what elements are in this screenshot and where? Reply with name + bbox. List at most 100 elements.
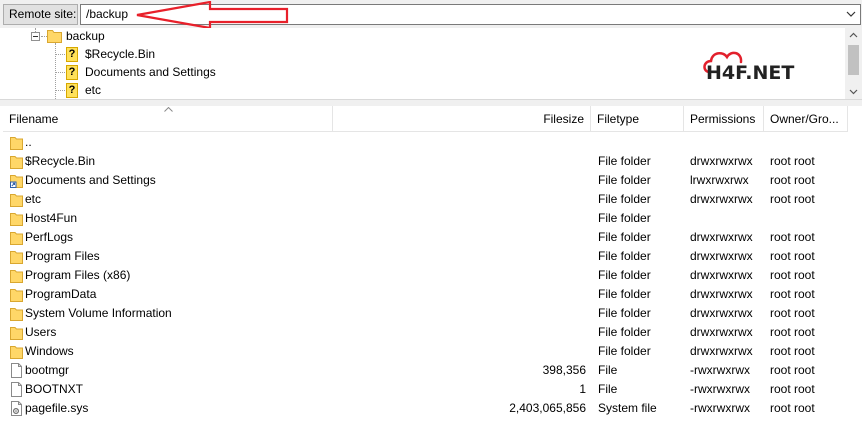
file-row[interactable]: bootmgr 398,356 File -rwxrwxrwx root root	[3, 361, 848, 380]
file-row[interactable]: PerfLogs File folder drwxrwxrwx root root	[3, 228, 848, 247]
file-type: File	[598, 382, 618, 396]
system-file-icon	[10, 401, 23, 416]
file-name: BOOTNXT	[25, 382, 84, 396]
file-permissions: drwxrwxrwx	[690, 230, 753, 244]
file-rows: .. $Recycle.Bin File folder drwxrwxrwx root …	[3, 133, 848, 418]
column-header-filesize[interactable]: Filesize	[333, 106, 591, 132]
column-header-label: Filesize	[543, 112, 584, 126]
unknown-folder-icon: ?	[66, 83, 78, 98]
tree-scroll-thumb[interactable]	[848, 45, 859, 75]
file-name: Program Files (x86)	[25, 268, 131, 282]
file-name: Program Files	[25, 249, 100, 263]
tree-item-label: etc	[85, 83, 102, 97]
file-permissions	[690, 133, 765, 152]
unknown-folder-icon: ?	[66, 65, 78, 80]
file-size	[423, 266, 586, 285]
file-permissions: drwxrwxrwx	[690, 306, 753, 320]
file-permissions: drwxrwxrwx	[690, 344, 753, 358]
file-type: File folder	[598, 344, 651, 358]
remote-directory-tree[interactable]: backup ? $Recycle.Bin ? Documents and Se…	[0, 28, 862, 100]
remote-site-path-input[interactable]: /backup	[80, 4, 861, 25]
file-permissions: lrwxrwxrwx	[690, 173, 749, 187]
file-type: File	[598, 363, 618, 377]
file-owner	[770, 133, 850, 152]
cloud-logo-icon: H4F.NET	[703, 51, 794, 84]
remote-site-bar: Remote site: /backup	[0, 0, 862, 29]
column-header-permissions[interactable]: Permissions	[684, 106, 764, 132]
file-row[interactable]: ProgramData File folder drwxrwxrwx root roo…	[3, 285, 848, 304]
file-owner: root root	[770, 249, 815, 263]
file-name: System Volume Information	[25, 306, 172, 320]
file-name: $Recycle.Bin	[25, 154, 96, 168]
column-header-label: Owner/Gro...	[770, 112, 839, 126]
folder-icon	[10, 325, 23, 340]
file-name: Documents and Settings	[25, 173, 156, 187]
remote-site-path-value: /backup	[86, 7, 129, 21]
folder-icon	[10, 230, 23, 245]
file-owner: root root	[770, 154, 815, 168]
file-owner: root root	[770, 230, 815, 244]
file-row[interactable]: Users File folder drwxrwxrwx root root	[3, 323, 848, 342]
file-row[interactable]: Windows File folder drwxrwxrwx root root	[3, 342, 848, 361]
file-row[interactable]: Host4Fun File folder	[3, 209, 848, 228]
file-type: File folder	[598, 192, 651, 206]
file-type: File folder	[598, 306, 651, 320]
chevron-down-icon[interactable]	[846, 8, 856, 20]
tree-scrollbar[interactable]	[845, 28, 862, 99]
file-row[interactable]: Program Files File folder drwxrwxrwx root r…	[3, 247, 848, 266]
file-list-scrollbar[interactable]	[848, 106, 862, 430]
file-name: bootmgr	[25, 363, 70, 377]
file-row[interactable]: etc File folder drwxrwxrwx root root	[3, 190, 848, 209]
folder-icon	[10, 287, 23, 302]
file-row[interactable]: System Volume Information File folder drwx…	[3, 304, 848, 323]
remote-file-list[interactable]: Filename Filesize Filetype Permissions O…	[3, 106, 862, 430]
file-type: File folder	[598, 173, 651, 187]
folder-icon	[10, 211, 23, 226]
tree-item-documents-and-settings[interactable]: Documents and Settings	[85, 63, 216, 81]
file-name: ..	[25, 135, 32, 149]
file-size	[423, 171, 586, 190]
tree-item-recycle-bin[interactable]: $Recycle.Bin	[85, 45, 155, 63]
file-type: File folder	[598, 287, 651, 301]
file-size	[423, 247, 586, 266]
column-header-filetype[interactable]: Filetype	[591, 106, 684, 132]
tree-item-etc[interactable]: etc	[85, 81, 101, 99]
file-permissions: drwxrwxrwx	[690, 325, 753, 339]
tree-item-label: Documents and Settings	[85, 65, 216, 79]
file-type: File folder	[598, 230, 651, 244]
file-size	[423, 285, 586, 304]
column-header-label: Filename	[9, 112, 59, 126]
file-row[interactable]: Documents and Settings File folder lrwxrwx…	[3, 171, 848, 190]
file-owner: root root	[770, 382, 815, 396]
file-type: System file	[598, 401, 657, 415]
collapse-icon[interactable]	[31, 32, 40, 41]
remote-site-label: Remote site:	[3, 4, 78, 25]
file-row[interactable]: Program Files (x86) File folder drwxrwxrwx…	[3, 266, 848, 285]
file-row[interactable]: pagefile.sys 2,403,065,856 System file -rwx…	[3, 399, 848, 418]
scroll-up-icon[interactable]	[849, 31, 858, 40]
column-header-filename[interactable]: Filename	[3, 106, 333, 132]
file-row[interactable]: $Recycle.Bin File folder drwxrwxrwx root ro…	[3, 152, 848, 171]
file-permissions: -rwxrwxrwx	[690, 382, 750, 396]
file-permissions: drwxrwxrwx	[690, 192, 753, 206]
file-name: Host4Fun	[25, 211, 78, 225]
file-size: 2,403,065,856	[509, 401, 586, 415]
file-permissions: -rwxrwxrwx	[690, 401, 750, 415]
scroll-down-icon[interactable]	[849, 87, 858, 96]
logo-text: H4F.NET	[706, 62, 794, 84]
file-size	[423, 190, 586, 209]
column-header-label: Filetype	[597, 112, 640, 126]
folder-icon	[10, 192, 23, 207]
file-row[interactable]: BOOTNXT 1 File -rwxrwxrwx root root	[3, 380, 848, 399]
file-list-header: Filename Filesize Filetype Permissions O…	[3, 106, 848, 132]
file-name: ProgramData	[25, 287, 97, 301]
file-owner: root root	[770, 287, 815, 301]
file-icon	[10, 382, 23, 397]
file-name: Users	[25, 325, 57, 339]
file-row[interactable]: ..	[3, 133, 848, 152]
file-owner: root root	[770, 363, 815, 377]
tree-item-backup[interactable]: backup	[66, 28, 105, 45]
folder-icon	[10, 268, 23, 283]
file-size	[423, 304, 586, 323]
column-header-owner[interactable]: Owner/Gro...	[764, 106, 848, 132]
